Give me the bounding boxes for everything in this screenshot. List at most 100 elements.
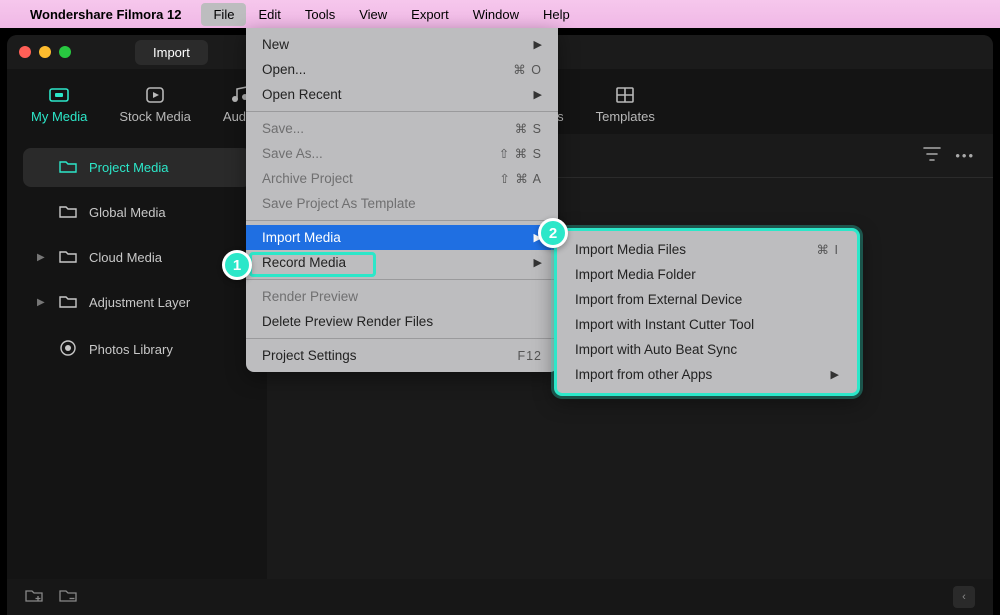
menu-item-label: Archive Project xyxy=(262,171,353,186)
menu-shortcut: ⇧ ⌘ S xyxy=(499,146,542,161)
menu-item-new[interactable]: New ▶ xyxy=(246,32,558,57)
menu-item-label: Render Preview xyxy=(262,289,358,304)
menu-shortcut: ⌘ S xyxy=(515,121,542,136)
file-menu-dropdown: New▶Open...⌘ OOpen Recent▶Save...⌘ SSave… xyxy=(246,28,558,372)
maximize-window-button[interactable] xyxy=(59,46,71,58)
menu-item-label: Delete Preview Render Files xyxy=(262,314,433,329)
collapse-sidebar-button[interactable]: ‹ xyxy=(953,586,975,608)
menu-item-label: New xyxy=(262,37,289,52)
sidebar-item-photos-library[interactable]: Photos Library xyxy=(23,328,251,371)
annotation-badge-1: 1 xyxy=(222,250,252,280)
submenu-item-import-from-external-device[interactable]: Import from External Device xyxy=(557,287,857,312)
tab-my-media[interactable]: My Media xyxy=(27,83,91,126)
chevron-right-icon: ▶ xyxy=(534,88,542,101)
menu-shortcut: F12 xyxy=(517,349,542,363)
menubar-item-file[interactable]: File xyxy=(201,3,246,26)
chevron-right-icon: ▶ xyxy=(831,368,839,381)
import-button[interactable]: Import xyxy=(135,40,208,65)
tab-stock-media[interactable]: Stock Media xyxy=(115,83,195,126)
menu-item-label: Save Project As Template xyxy=(262,196,416,211)
menu-separator xyxy=(246,220,558,221)
import-media-submenu: Import Media Files ⌘ I Import Media Folder… xyxy=(554,228,860,396)
sidebar-item-adjustment-layer[interactable]: ▶ Adjustment Layer xyxy=(23,283,251,322)
new-folder-icon[interactable] xyxy=(25,588,43,607)
menu-item-label: Save As... xyxy=(262,146,323,161)
more-icon[interactable]: ••• xyxy=(955,148,975,163)
menu-item-delete-preview-render-files[interactable]: Delete Preview Render Files xyxy=(246,309,558,334)
menu-item-save-as: Save As... ⇧ ⌘ S xyxy=(246,141,558,166)
menu-separator xyxy=(246,279,558,280)
menubar-item-edit[interactable]: Edit xyxy=(246,3,292,26)
menu-separator xyxy=(246,111,558,112)
sidebar-item-project-media[interactable]: Project Media xyxy=(23,148,251,187)
delete-folder-icon[interactable] xyxy=(59,588,77,607)
folder-icon xyxy=(59,159,77,176)
menu-item-save: Save... ⌘ S xyxy=(246,116,558,141)
stock-media-icon xyxy=(142,85,168,105)
folder-icon xyxy=(59,204,77,221)
menu-item-label: Save... xyxy=(262,121,304,136)
menu-shortcut: ⇧ ⌘ A xyxy=(499,171,542,186)
menu-item-label: Import Media xyxy=(262,230,341,245)
menu-item-label: Open Recent xyxy=(262,87,342,102)
photos-icon xyxy=(59,339,77,360)
chevron-right-icon: ▶ xyxy=(534,256,542,269)
menu-item-label: Open... xyxy=(262,62,306,77)
submenu-item-import-from-other-apps[interactable]: Import from other Apps ▶ xyxy=(557,362,857,387)
menubar-item-help[interactable]: Help xyxy=(531,3,582,26)
tab-label: Stock Media xyxy=(119,109,191,124)
menubar-item-view[interactable]: View xyxy=(347,3,399,26)
submenu-item-import-media-files[interactable]: Import Media Files ⌘ I xyxy=(557,237,857,262)
tab-label: Templates xyxy=(596,109,655,124)
sidebar-item-label: Global Media xyxy=(89,205,166,220)
menu-item-import-media[interactable]: Import Media▶ xyxy=(246,225,558,250)
minimize-window-button[interactable] xyxy=(39,46,51,58)
menubar-item-tools[interactable]: Tools xyxy=(293,3,347,26)
mac-menubar: Wondershare Filmora 12 FileEditToolsView… xyxy=(0,0,1000,28)
chevron-right-icon: ▶ xyxy=(37,252,47,263)
menu-item-save-project-as-template: Save Project As Template xyxy=(246,191,558,216)
menu-item-open-recent[interactable]: Open Recent ▶ xyxy=(246,82,558,107)
submenu-item-import-with-auto-beat-sync[interactable]: Import with Auto Beat Sync xyxy=(557,337,857,362)
submenu-item-label: Import Media Files xyxy=(575,242,686,257)
submenu-item-import-with-instant-cutter-tool[interactable]: Import with Instant Cutter Tool xyxy=(557,312,857,337)
menu-item-record-media[interactable]: Record Media ▶ xyxy=(246,250,558,275)
menubar-item-window[interactable]: Window xyxy=(461,3,531,26)
submenu-item-label: Import with Instant Cutter Tool xyxy=(575,317,754,332)
menu-shortcut: ⌘ O xyxy=(513,62,542,77)
traffic-lights xyxy=(19,46,71,58)
chevron-right-icon: ▶ xyxy=(534,38,542,51)
submenu-item-label: Import with Auto Beat Sync xyxy=(575,342,737,357)
submenu-item-label: Import Media Folder xyxy=(575,267,696,282)
menu-item-project-settings[interactable]: Project Settings F12 xyxy=(246,343,558,368)
menu-item-label: Record Media xyxy=(262,255,346,270)
tab-label: My Media xyxy=(31,109,87,124)
bottom-bar: ‹ xyxy=(7,579,993,615)
templates-icon xyxy=(612,85,638,105)
my-media-icon xyxy=(46,85,72,105)
menu-item-open[interactable]: Open... ⌘ O xyxy=(246,57,558,82)
close-window-button[interactable] xyxy=(19,46,31,58)
app-title: Wondershare Filmora 12 xyxy=(30,7,181,22)
sidebar-item-label: Cloud Media xyxy=(89,250,162,265)
sidebar-item-cloud-media[interactable]: ▶ Cloud Media xyxy=(23,238,251,277)
menu-shortcut: ⌘ I xyxy=(817,242,839,257)
sidebar-item-label: Photos Library xyxy=(89,342,173,357)
filter-icon[interactable] xyxy=(923,147,941,164)
chevron-right-icon: ▶ xyxy=(37,297,47,308)
tab-templates[interactable]: Templates xyxy=(592,83,659,126)
submenu-item-label: Import from External Device xyxy=(575,292,742,307)
submenu-item-label: Import from other Apps xyxy=(575,367,712,382)
folder-icon xyxy=(59,294,77,311)
sidebar-item-global-media[interactable]: Global Media xyxy=(23,193,251,232)
menubar-item-export[interactable]: Export xyxy=(399,3,461,26)
annotation-badge-2: 2 xyxy=(538,218,568,248)
menu-item-archive-project: Archive Project ⇧ ⌘ A xyxy=(246,166,558,191)
sidebar-item-label: Adjustment Layer xyxy=(89,295,190,310)
sidebar-item-label: Project Media xyxy=(89,160,168,175)
folder-icon xyxy=(59,249,77,266)
menu-separator xyxy=(246,338,558,339)
sidebar: Project Media Global Media ▶ Cloud Media ▶ Ad… xyxy=(7,134,267,614)
submenu-item-import-media-folder[interactable]: Import Media Folder xyxy=(557,262,857,287)
menu-item-label: Project Settings xyxy=(262,348,357,363)
